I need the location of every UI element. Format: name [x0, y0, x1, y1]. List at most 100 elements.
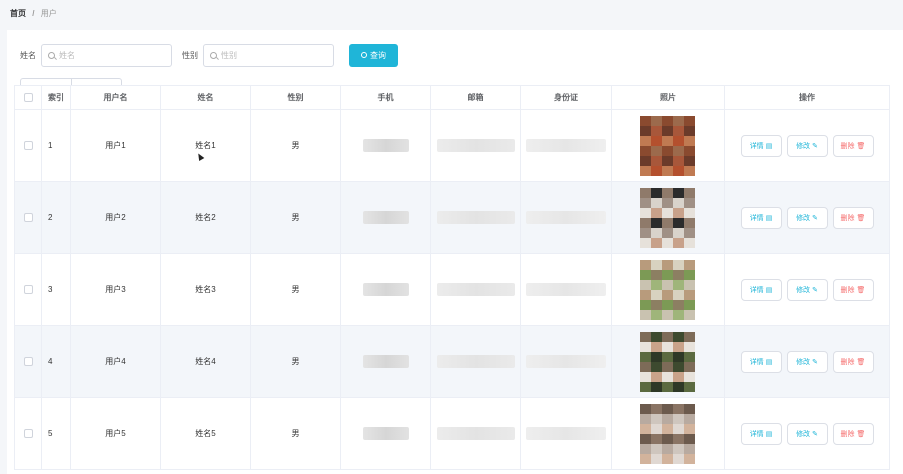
photo-pixel	[640, 453, 651, 464]
header-select-all[interactable]	[14, 86, 42, 109]
name-search-input[interactable]: 姓名	[41, 43, 172, 67]
checkbox-icon[interactable]	[23, 93, 33, 102]
photo-pixel	[662, 155, 673, 166]
cell-actions: 详情 ▤ 修改 ✎ 删除 🗑	[725, 110, 890, 181]
photo-pixel	[673, 433, 684, 444]
user-photo[interactable]	[640, 259, 696, 320]
delete-button[interactable]: 删除 🗑	[832, 134, 874, 157]
document-icon: ▤	[765, 358, 773, 366]
photo-pixel	[662, 227, 673, 238]
edit-button[interactable]: 修改 ✎	[786, 350, 828, 373]
photo-pixel	[651, 197, 662, 208]
user-photo[interactable]	[640, 115, 696, 176]
photo-pixel	[673, 135, 684, 146]
edit-button[interactable]: 修改 ✎	[786, 278, 828, 301]
edit-icon: ✎	[812, 214, 818, 222]
photo-pixel	[662, 371, 673, 382]
checkbox-icon[interactable]	[23, 285, 33, 294]
photo-pixel	[673, 413, 684, 424]
photo-pixel	[673, 155, 684, 166]
photo-pixel	[662, 289, 673, 300]
user-photo[interactable]	[640, 331, 696, 392]
photo-pixel	[640, 115, 651, 126]
checkbox-icon[interactable]	[23, 213, 33, 222]
photo-pixel	[662, 279, 673, 290]
gender-placeholder: 性别	[221, 50, 237, 60]
cell-actions: 详情 ▤ 修改 ✎ 删除 🗑	[725, 326, 890, 397]
cell-index: 3	[42, 254, 71, 325]
delete-button[interactable]: 删除 🗑	[832, 422, 874, 445]
photo-pixel	[662, 403, 673, 414]
edit-icon: ✎	[812, 286, 818, 294]
delete-button[interactable]: 删除 🗑	[832, 206, 874, 229]
redacted-id-card	[526, 211, 606, 224]
detail-button[interactable]: 详情 ▤	[740, 278, 782, 301]
header-actions: 操作	[725, 86, 890, 109]
photo-pixel	[673, 453, 684, 464]
photo-pixel	[662, 453, 673, 464]
table-body: 1 用户1 姓名1 男详情 ▤ 修改 ✎ 删除 🗑 2 用户2 姓名2 男详情 ▤ 修改 ✎ 删除 🗑 3 用户3 姓名…	[14, 110, 890, 470]
detail-button[interactable]: 详情 ▤	[740, 422, 782, 445]
cell-username: 用户2	[71, 182, 161, 253]
gender-search-input[interactable]: 性别	[203, 43, 334, 67]
delete-button[interactable]: 删除 🗑	[832, 278, 874, 301]
photo-pixel	[662, 217, 673, 228]
search-form: 姓名 姓名 性别 性别 查询	[20, 43, 398, 67]
detail-button[interactable]: 详情 ▤	[740, 206, 782, 229]
checkbox-icon[interactable]	[23, 141, 33, 150]
delete-button[interactable]: 删除 🗑	[832, 350, 874, 373]
breadcrumb-home[interactable]: 首页	[10, 9, 26, 18]
edit-label: 修改	[796, 286, 811, 294]
photo-pixel	[651, 227, 662, 238]
cell-gender: 男	[251, 326, 341, 397]
header-phone: 手机	[341, 86, 431, 109]
photo-pixel	[640, 341, 651, 352]
photo-pixel	[673, 351, 684, 362]
search-icon	[210, 51, 217, 59]
photo-pixel	[684, 217, 695, 228]
delete-label: 删除	[840, 286, 855, 294]
checkbox-icon[interactable]	[23, 429, 33, 438]
search-icon	[48, 51, 55, 59]
photo-pixel	[651, 413, 662, 424]
photo-pixel	[651, 453, 662, 464]
photo-pixel	[673, 125, 684, 136]
row-select-cell	[14, 110, 42, 181]
user-photo[interactable]	[640, 187, 696, 248]
query-button[interactable]: 查询	[349, 43, 398, 67]
photo-pixel	[640, 381, 651, 392]
document-icon: ▤	[765, 214, 773, 222]
photo-pixel	[662, 351, 673, 362]
delete-label: 删除	[840, 358, 855, 366]
detail-button[interactable]: 详情 ▤	[740, 350, 782, 373]
cell-photo	[612, 326, 725, 397]
cell-name: 姓名5	[161, 398, 251, 469]
cell-email	[431, 110, 521, 181]
checkbox-icon[interactable]	[23, 357, 33, 366]
photo-pixel	[673, 443, 684, 454]
edit-button[interactable]: 修改 ✎	[786, 422, 828, 445]
photo-pixel	[673, 423, 684, 434]
detail-label: 详情	[749, 214, 764, 222]
cell-id-card	[521, 326, 612, 397]
redacted-phone	[362, 283, 409, 296]
photo-pixel	[684, 289, 695, 300]
photo-pixel	[684, 165, 695, 176]
header-name: 姓名	[161, 86, 251, 109]
photo-pixel	[684, 423, 695, 434]
gender-label: 性别	[182, 50, 198, 60]
photo-pixel	[662, 433, 673, 444]
photo-pixel	[673, 331, 684, 342]
detail-button[interactable]: 详情 ▤	[740, 134, 782, 157]
redacted-email	[436, 355, 515, 368]
user-photo[interactable]	[640, 403, 696, 464]
edit-button[interactable]: 修改 ✎	[786, 134, 828, 157]
edit-button[interactable]: 修改 ✎	[786, 206, 828, 229]
row-select-cell	[14, 326, 42, 397]
photo-pixel	[673, 145, 684, 156]
photo-pixel	[651, 269, 662, 280]
photo-pixel	[684, 433, 695, 444]
photo-pixel	[673, 299, 684, 310]
photo-pixel	[662, 115, 673, 126]
photo-pixel	[640, 309, 651, 320]
